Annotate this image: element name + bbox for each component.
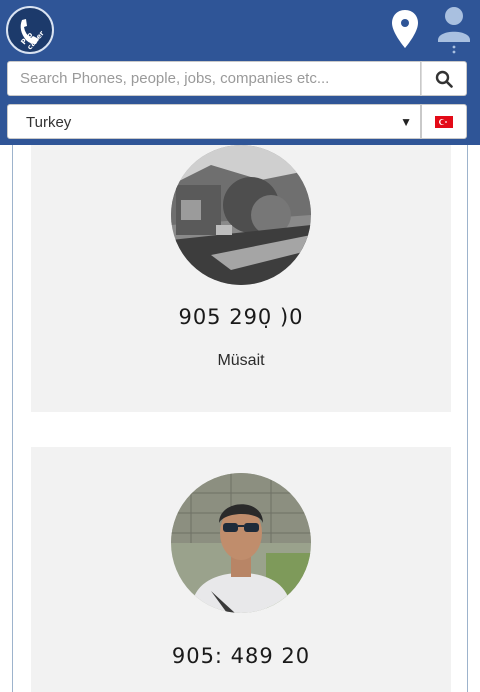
app-header: Pro caller Turkey ▼ [0, 0, 480, 145]
status-text: Müsait [217, 352, 265, 369]
search-button[interactable] [421, 61, 467, 96]
turkey-flag-icon [435, 115, 453, 128]
avatar [171, 473, 311, 613]
search-icon [435, 70, 453, 88]
caret-down-icon: ▼ [400, 115, 412, 129]
country-selected: Turkey [26, 114, 72, 131]
country-flag-button[interactable] [421, 104, 467, 139]
result-card[interactable]: 905: 489 20 [31, 447, 451, 692]
avatar [171, 145, 311, 285]
search-input[interactable] [8, 62, 420, 95]
app-logo[interactable]: Pro caller [6, 6, 54, 54]
location-pin-icon[interactable] [390, 9, 420, 49]
user-profile-icon[interactable] [434, 4, 474, 54]
results-list: 905 290̣ )0 Müsait 905: 489 20 [12, 145, 468, 692]
country-dropdown[interactable]: Turkey ▼ [7, 104, 421, 139]
phone-number[interactable]: 905 290̣ )0 [31, 305, 451, 329]
result-card[interactable]: 905 290̣ )0 Müsait [31, 145, 451, 412]
search-field[interactable] [7, 61, 421, 96]
phone-number[interactable]: 905: 489 20 [31, 644, 451, 668]
